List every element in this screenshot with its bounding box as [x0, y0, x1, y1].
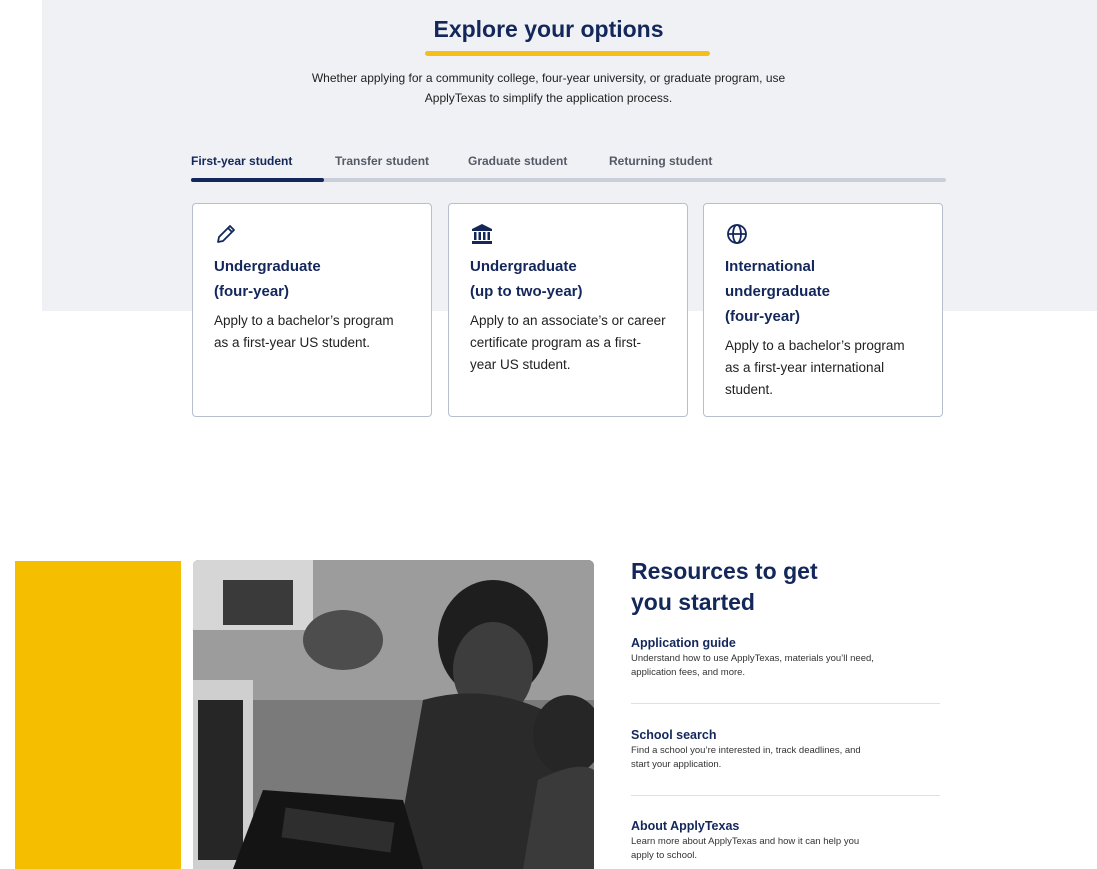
card-description: Apply to a bachelor’s program as a first…	[214, 313, 394, 350]
application-guide-link[interactable]: Application guide	[631, 636, 940, 650]
resource-school-search: School search Find a school you’re inter…	[631, 728, 940, 772]
card-title-line: (up to two-year)	[470, 283, 583, 300]
student-type-tabs: First-year student Transfer student Grad…	[191, 154, 946, 184]
resources-title-line: Resources to get	[631, 558, 818, 584]
card-undergraduate-two-year[interactable]: Undergraduate (up to two-year) Apply to …	[448, 203, 688, 417]
card-title-line: undergraduate	[725, 283, 831, 300]
card-title-line: (four-year)	[725, 308, 801, 325]
about-applytexas-link[interactable]: About ApplyTexas	[631, 819, 940, 833]
card-title-line: Undergraduate	[470, 258, 577, 275]
card-title-line: (four-year)	[214, 283, 290, 300]
active-tab-indicator	[191, 178, 324, 182]
explore-title: Explore your options	[433, 16, 664, 42]
tab-first-year-student[interactable]: First-year student	[191, 154, 292, 168]
students-photo	[193, 560, 594, 869]
divider	[631, 795, 940, 796]
explore-description: Whether applying for a community college…	[311, 71, 786, 105]
card-undergraduate-four-year[interactable]: Undergraduate (four-year) Apply to a bac…	[192, 203, 432, 417]
card-title-line: Undergraduate	[214, 258, 321, 275]
resource-description: Find a school you’re interested in, trac…	[631, 745, 861, 770]
resource-description: Learn more about ApplyTexas and how it c…	[631, 836, 860, 861]
institution-icon	[470, 222, 494, 246]
card-title-line: International	[725, 258, 816, 275]
pencil-icon	[214, 222, 238, 246]
card-international-undergraduate[interactable]: International undergraduate (four-year) …	[703, 203, 943, 417]
resources-title-line: you started	[631, 589, 755, 615]
resource-about-applytexas: About ApplyTexas Learn more about ApplyT…	[631, 819, 940, 863]
card-description: Apply to a bachelor’s program as a first…	[725, 338, 905, 397]
resource-description: Understand how to use ApplyTexas, materi…	[631, 653, 874, 678]
tab-graduate-student[interactable]: Graduate student	[468, 154, 567, 168]
decorative-yellow-block	[15, 561, 181, 869]
tab-returning-student[interactable]: Returning student	[609, 154, 712, 168]
title-underline	[425, 51, 710, 56]
tab-transfer-student[interactable]: Transfer student	[335, 154, 429, 168]
resource-application-guide: Application guide Understand how to use …	[631, 636, 940, 680]
resources-title: Resources to get you started	[631, 556, 951, 618]
divider	[631, 703, 940, 704]
globe-icon	[725, 222, 749, 246]
school-search-link[interactable]: School search	[631, 728, 940, 742]
card-description: Apply to an associate’s or career certif…	[470, 313, 666, 372]
